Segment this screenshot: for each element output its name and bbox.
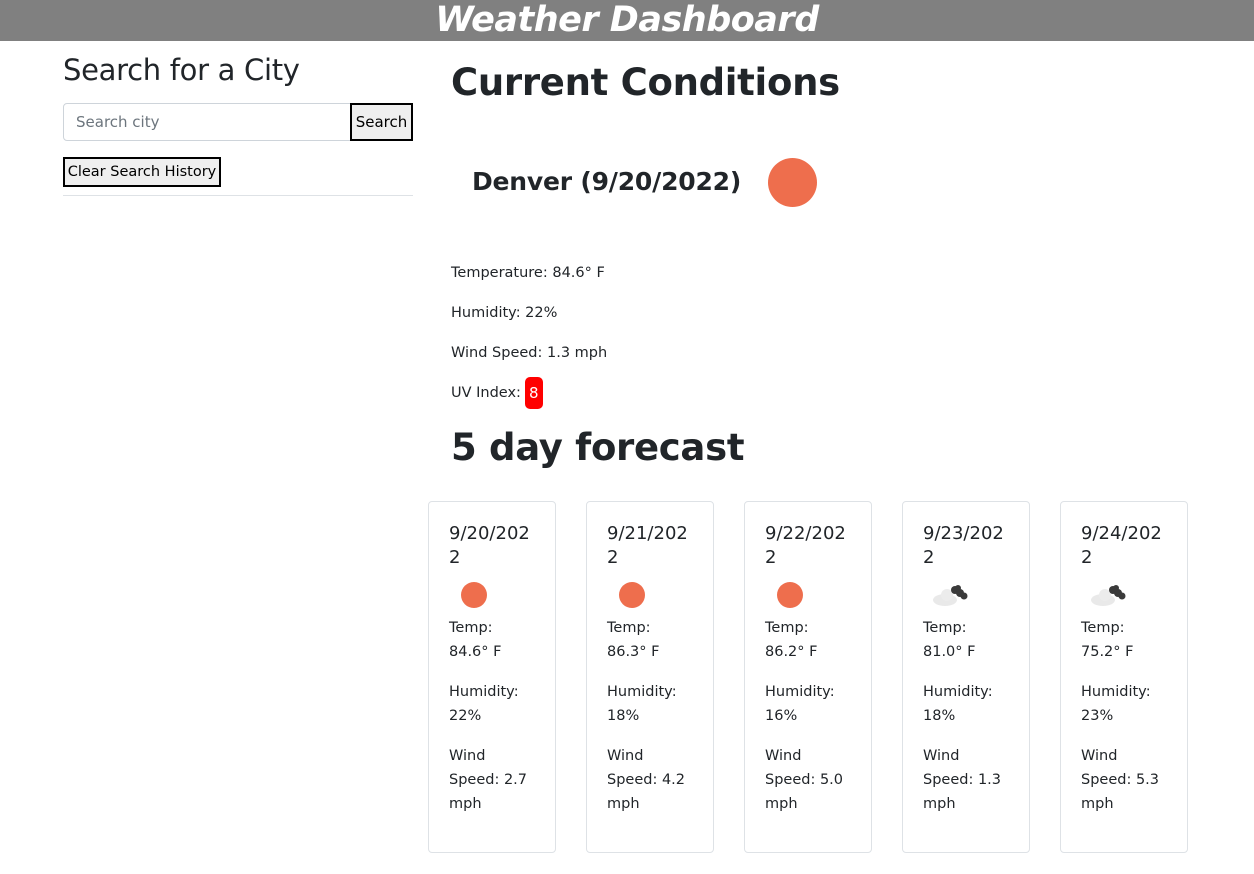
forecast-humidity: Humidity: 18% bbox=[923, 684, 993, 724]
sun-icon bbox=[619, 582, 645, 608]
sun-icon bbox=[777, 582, 803, 608]
current-humidity: Humidity: 22% bbox=[451, 305, 558, 321]
search-input[interactable] bbox=[63, 103, 351, 141]
forecast-wind: Wind Speed: 2.7 mph bbox=[449, 748, 528, 812]
forecast-date: 9/21/2022 bbox=[607, 523, 688, 568]
app-title: Weather Dashboard bbox=[435, 0, 819, 40]
sun-icon bbox=[768, 157, 818, 207]
forecast-wind: Wind Speed: 4.2 mph bbox=[607, 748, 686, 812]
forecast-wind: Wind Speed: 5.3 mph bbox=[1081, 748, 1160, 812]
forecast-icon-wrap bbox=[765, 582, 851, 616]
forecast-temp: Temp: 86.3° F bbox=[607, 620, 660, 660]
city-header: Denver (9/20/2022) bbox=[472, 154, 818, 210]
forecast-humidity: Humidity: 23% bbox=[1081, 684, 1151, 724]
forecast-temp: Temp: 75.2° F bbox=[1081, 620, 1134, 660]
sidebar-divider bbox=[63, 195, 413, 196]
forecast-heading: 5 day forecast bbox=[451, 426, 745, 469]
forecast-temp: Temp: 81.0° F bbox=[923, 620, 976, 660]
clear-history-button[interactable]: Clear Search History bbox=[63, 157, 221, 187]
uv-label: UV Index: bbox=[451, 385, 521, 401]
forecast-humidity: Humidity: 16% bbox=[765, 684, 835, 724]
forecast-date: 9/22/2022 bbox=[765, 523, 846, 568]
current-conditions-heading: Current Conditions bbox=[451, 61, 840, 104]
forecast-icon-wrap bbox=[923, 582, 1009, 616]
forecast-icon-wrap bbox=[1081, 582, 1167, 616]
sun-icon bbox=[461, 582, 487, 608]
forecast-humidity: Humidity: 18% bbox=[607, 684, 677, 724]
forecast-wind: Wind Speed: 1.3 mph bbox=[923, 748, 1002, 812]
forecast-wind: Wind Speed: 5.0 mph bbox=[765, 748, 844, 812]
cloud-icon bbox=[1091, 585, 1126, 606]
cloud-icon bbox=[933, 585, 968, 606]
city-date: Denver (9/20/2022) bbox=[472, 167, 742, 196]
forecast-date: 9/20/2022 bbox=[449, 523, 530, 568]
search-row: Search bbox=[63, 103, 413, 141]
forecast-icon-wrap bbox=[449, 582, 535, 616]
search-heading: Search for a City bbox=[63, 53, 300, 87]
header-bar: Weather Dashboard bbox=[0, 0, 1254, 41]
forecast-humidity: Humidity: 22% bbox=[449, 684, 519, 724]
current-temperature: Temperature: 84.6° F bbox=[451, 265, 605, 281]
current-wind: Wind Speed: 1.3 mph bbox=[451, 345, 608, 361]
forecast-card: 9/24/2022 Temp: 75.2° F Humidity: 23% Wi… bbox=[1060, 501, 1188, 853]
forecast-temp: Temp: 84.6° F bbox=[449, 620, 502, 660]
uv-badge: 8 bbox=[524, 377, 543, 409]
forecast-card: 9/21/2022 Temp: 86.3° F Humidity: 18% Wi… bbox=[586, 501, 714, 853]
forecast-card: 9/23/2022 Temp: 81.0° F Humidity: 18% Wi… bbox=[902, 501, 1030, 853]
current-uv: UV Index: 8 bbox=[451, 377, 543, 409]
forecast-date: 9/24/2022 bbox=[1081, 523, 1162, 568]
forecast-card: 9/20/2022 Temp: 84.6° F Humidity: 22% Wi… bbox=[428, 501, 556, 853]
forecast-icon-wrap bbox=[607, 582, 693, 616]
sidebar: Search for a City Search Clear Search Hi… bbox=[63, 41, 414, 196]
forecast-temp: Temp: 86.2° F bbox=[765, 620, 818, 660]
search-button[interactable]: Search bbox=[350, 103, 413, 141]
forecast-date: 9/23/2022 bbox=[923, 523, 1004, 568]
forecast-card: 9/22/2022 Temp: 86.2° F Humidity: 16% Wi… bbox=[744, 501, 872, 853]
